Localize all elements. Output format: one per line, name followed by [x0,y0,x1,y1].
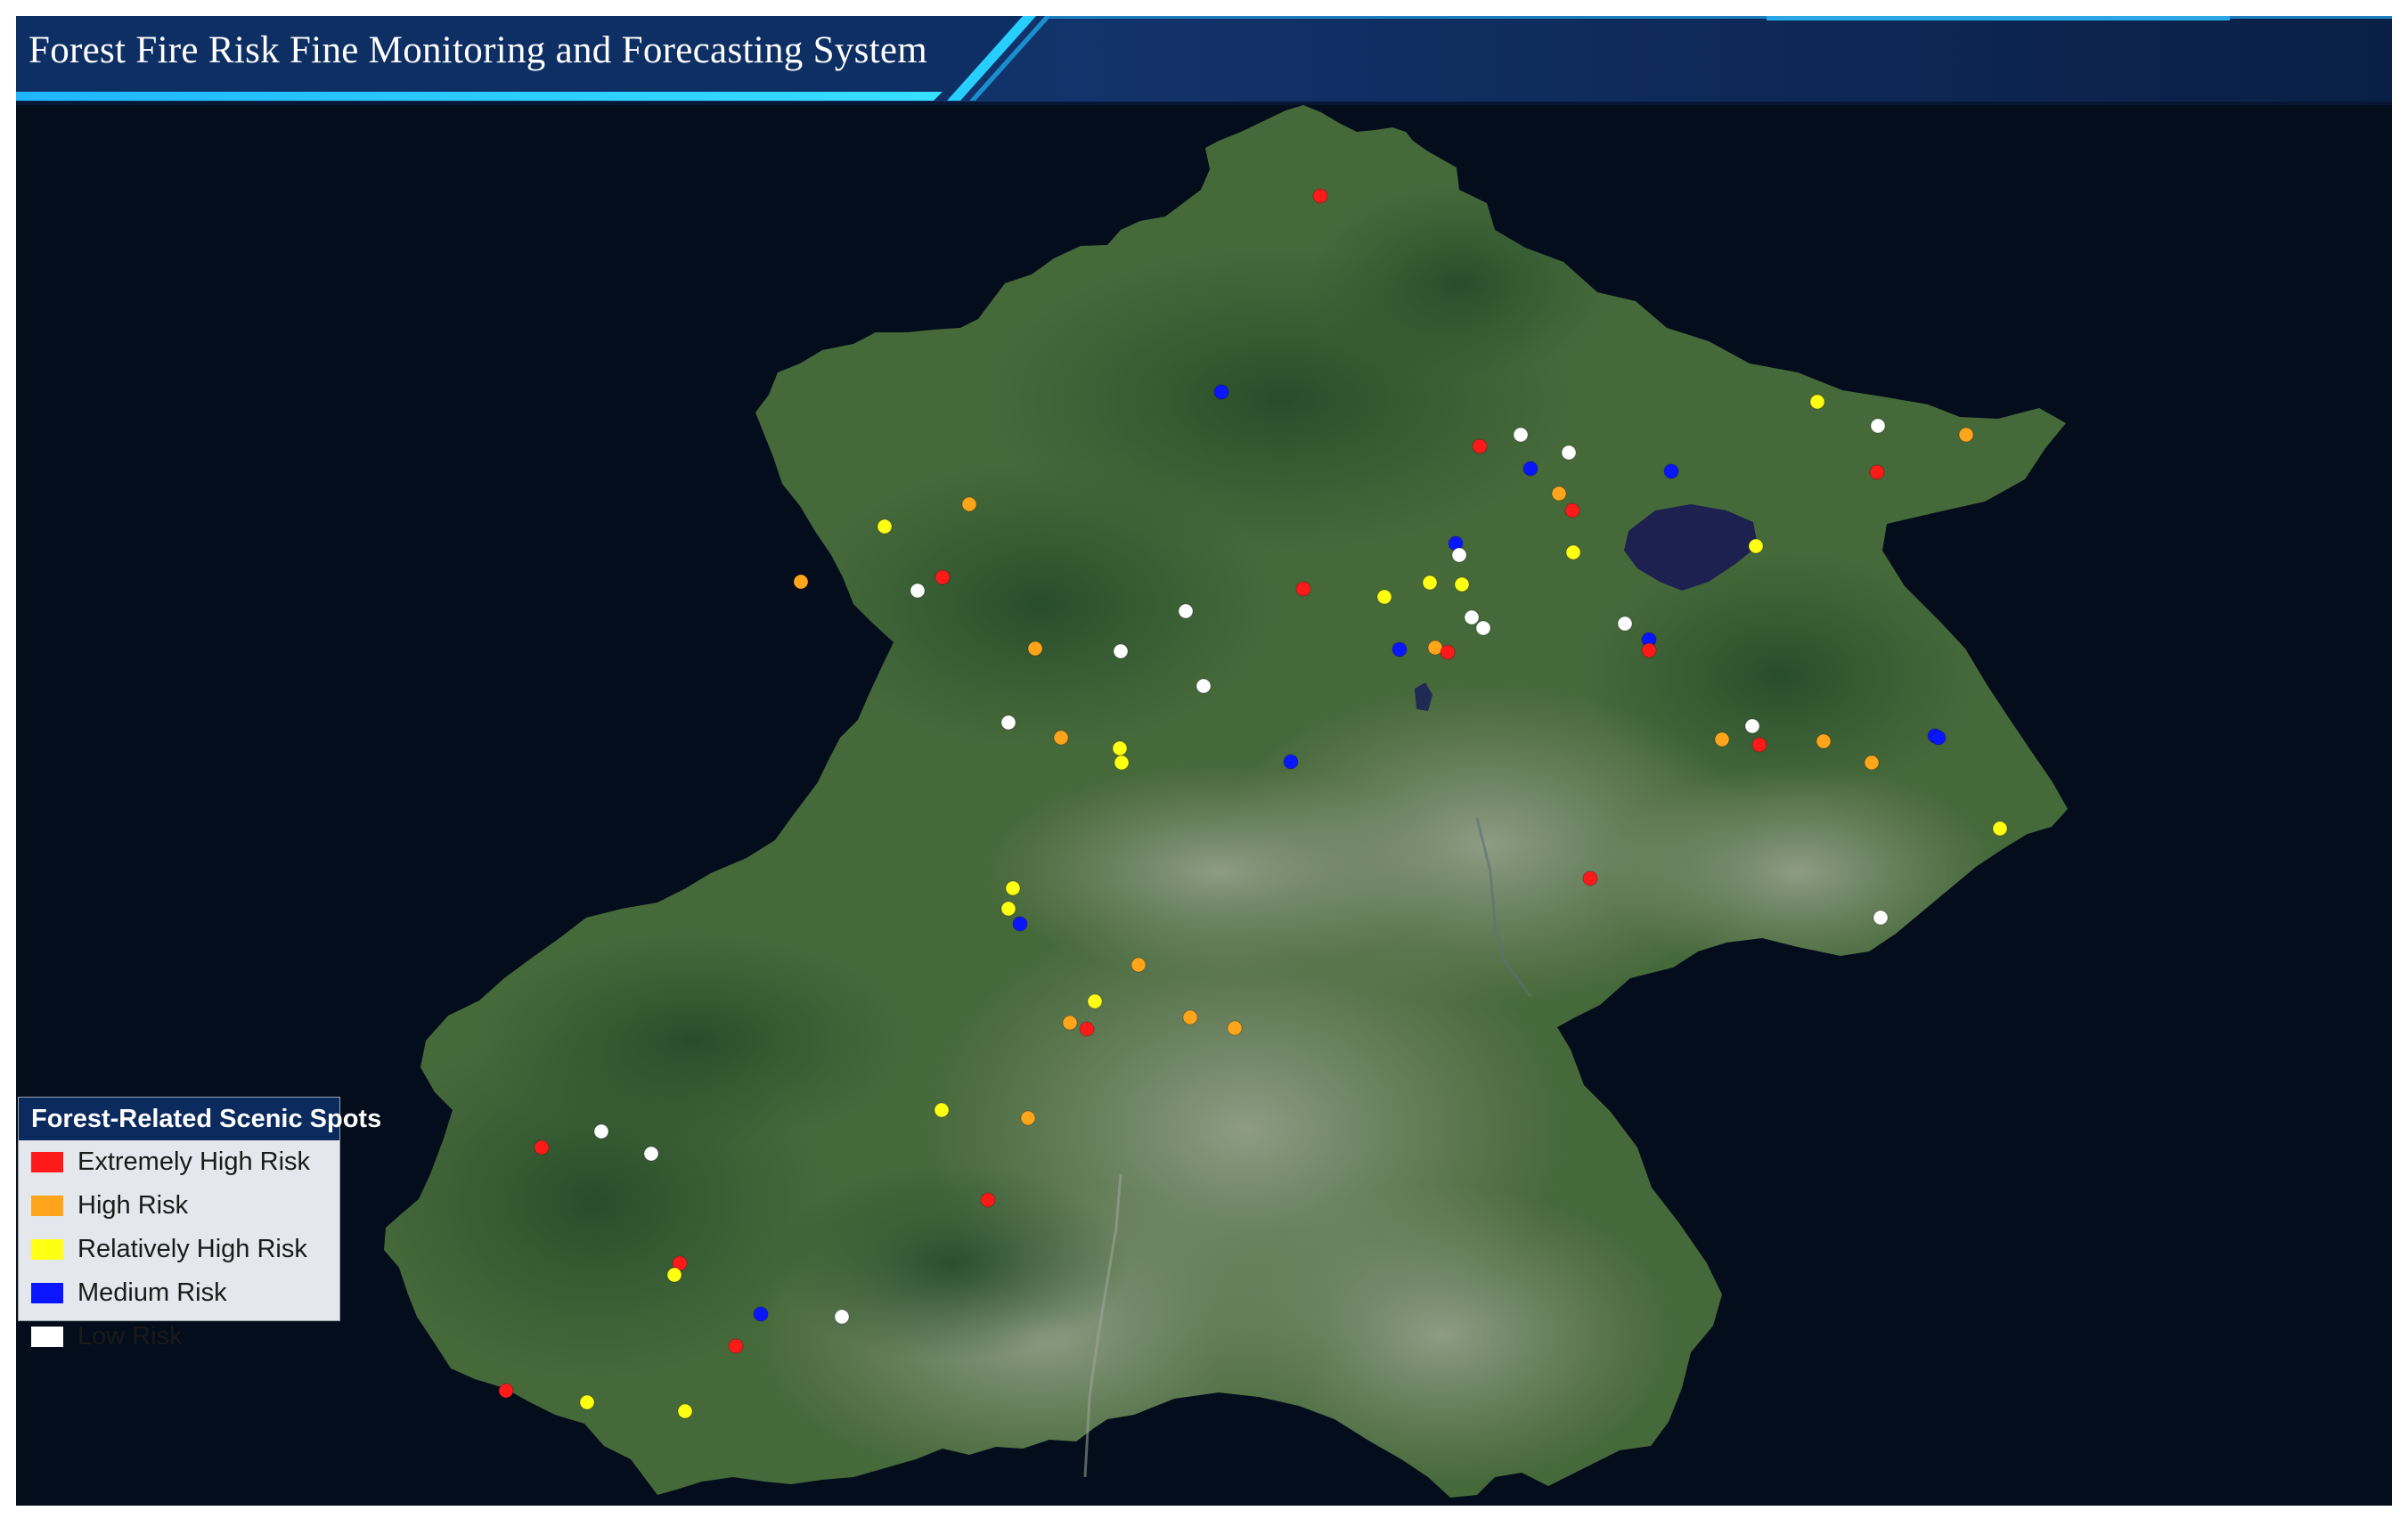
scenic-spot-marker-high[interactable] [1053,730,1069,746]
scenic-spot-marker-relhigh[interactable] [1748,538,1764,554]
map-view[interactable]: Forest-Related Scenic Spots Extremely Hi… [16,105,2392,1506]
scenic-spot-marker-extreme[interactable] [728,1338,744,1354]
scenic-spot-marker-high[interactable] [1864,755,1880,771]
scenic-spot-marker-high[interactable] [793,574,809,590]
extremely-high-risk-swatch [31,1152,63,1172]
scenic-spot-marker-medium[interactable] [1663,463,1679,479]
scenic-spot-marker-low[interactable] [1873,910,1889,926]
scenic-spot-marker-medium[interactable] [753,1306,769,1322]
scenic-spot-marker-relhigh[interactable] [1087,993,1103,1009]
scenic-spot-marker-medium[interactable] [1012,916,1028,932]
scenic-spot-marker-low[interactable] [1561,445,1577,461]
low-risk-swatch [31,1327,63,1347]
scenic-spot-marker-low[interactable] [1475,620,1491,636]
scenic-spot-marker-relhigh[interactable] [1809,394,1825,410]
scenic-spot-marker-relhigh[interactable] [1000,901,1016,917]
scenic-spot-marker-low[interactable] [910,583,926,599]
scenic-spot-marker-low[interactable] [1451,547,1467,563]
scenic-spot-marker-low[interactable] [1464,609,1480,625]
scenic-spot-marker-low[interactable] [1113,643,1129,659]
legend-label: Extremely High Risk [78,1147,311,1176]
scenic-spot-marker-extreme[interactable] [1472,438,1488,454]
legend-label: High Risk [78,1191,189,1220]
scenic-spot-marker-low[interactable] [1513,427,1529,443]
scenic-spot-marker-extreme[interactable] [1869,464,1885,480]
scenic-spot-marker-extreme[interactable] [498,1383,514,1399]
scenic-spot-marker-relhigh[interactable] [1992,821,2008,837]
scenic-spot-marker-high[interactable] [1020,1110,1036,1126]
legend-item-low-risk: Low Risk [19,1315,339,1359]
legend-item-extremely-high-risk: Extremely High Risk [19,1140,339,1184]
scenic-spot-marker-medium[interactable] [1930,730,1947,746]
scenic-spot-marker-relhigh[interactable] [1114,755,1130,771]
scenic-spot-marker-extreme[interactable] [1641,642,1657,658]
scenic-spot-marker-low[interactable] [643,1146,659,1162]
medium-risk-swatch [31,1283,63,1303]
scenic-spot-marker-low[interactable] [593,1123,609,1139]
scenic-spot-marker-extreme[interactable] [534,1139,550,1155]
scenic-spot-marker-low[interactable] [1000,715,1016,731]
scenic-spot-marker-relhigh[interactable] [1005,880,1021,896]
scenic-spot-marker-relhigh[interactable] [1454,576,1470,592]
scenic-spot-marker-high[interactable] [1227,1020,1243,1036]
scenic-spot-marker-low[interactable] [1870,418,1886,434]
scenic-spot-marker-medium[interactable] [1213,384,1229,400]
title-bar: Forest Fire Risk Fine Monitoring and For… [16,16,2392,105]
scenic-spot-marker-high[interactable] [1182,1009,1198,1025]
scenic-spot-marker-relhigh[interactable] [877,519,893,535]
high-risk-swatch [31,1196,63,1216]
scenic-spot-marker-relhigh[interactable] [1565,544,1581,560]
legend-label: Relatively High Risk [78,1235,307,1263]
legend-item-medium-risk: Medium Risk [19,1271,339,1315]
scenic-spot-marker-low[interactable] [1744,718,1760,734]
scenic-spot-marker-extreme[interactable] [1582,870,1598,886]
scenic-spot-marker-low[interactable] [1178,603,1194,619]
scenic-spot-marker-high[interactable] [1062,1015,1078,1031]
scenic-spot-marker-extreme[interactable] [1079,1021,1095,1037]
scenic-spot-marker-relhigh[interactable] [1376,589,1392,605]
app-window: Forest Fire Risk Fine Monitoring and For… [16,16,2392,1506]
scenic-spot-marker-extreme[interactable] [1564,502,1580,519]
scenic-spot-marker-high[interactable] [1027,641,1043,657]
map-legend: Forest-Related Scenic Spots Extremely Hi… [18,1097,381,1351]
scenic-spot-marker-relhigh[interactable] [934,1102,950,1118]
scenic-spot-marker-low[interactable] [834,1309,850,1325]
scenic-spot-marker-high[interactable] [1958,427,1974,443]
scenic-spot-marker-low[interactable] [1617,616,1633,632]
scenic-spot-marker-low[interactable] [1196,678,1212,694]
scenic-spot-marker-high[interactable] [1551,486,1567,502]
scenic-spot-marker-relhigh[interactable] [677,1403,693,1419]
scenic-spot-marker-medium[interactable] [1522,461,1539,477]
land-region [384,105,2068,1498]
scenic-spot-marker-relhigh[interactable] [579,1394,595,1410]
scenic-spot-marker-extreme[interactable] [980,1192,996,1208]
scenic-spot-marker-medium[interactable] [1283,754,1299,770]
scenic-spot-marker-relhigh[interactable] [666,1267,682,1283]
scenic-spot-marker-relhigh[interactable] [1112,740,1128,756]
relatively-high-risk-swatch [31,1239,63,1260]
scenic-spot-marker-high[interactable] [1714,731,1730,747]
scenic-spot-marker-extreme[interactable] [1295,581,1311,597]
scenic-spot-marker-high[interactable] [1816,733,1832,749]
app-title: Forest Fire Risk Fine Monitoring and For… [29,29,928,71]
legend-item-relatively-high-risk: Relatively High Risk [19,1228,339,1271]
legend-label: Medium Risk [78,1278,227,1307]
scenic-spot-marker-extreme[interactable] [1440,644,1456,660]
legend-label: Low Risk [78,1322,183,1351]
map-canvas[interactable] [16,105,2392,1506]
legend-title: Forest-Related Scenic Spots [19,1098,381,1140]
scenic-spot-marker-relhigh[interactable] [1422,575,1438,591]
scenic-spot-marker-high[interactable] [1131,957,1147,973]
scenic-spot-marker-extreme[interactable] [1751,737,1767,753]
scenic-spot-marker-medium[interactable] [1392,641,1408,657]
scenic-spot-marker-extreme[interactable] [1312,188,1328,204]
scenic-spot-marker-extreme[interactable] [935,569,951,585]
scenic-spot-marker-high[interactable] [961,496,977,512]
legend-item-high-risk: High Risk [19,1184,339,1228]
